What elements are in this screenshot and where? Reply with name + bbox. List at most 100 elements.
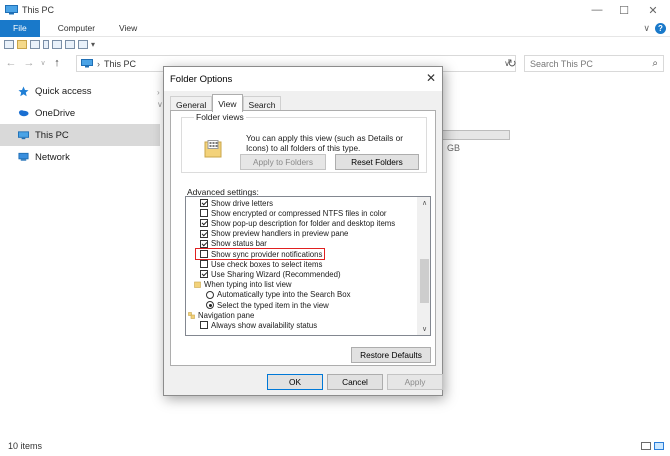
folder-views-description: You can apply this view (such as Details… — [246, 133, 403, 153]
search-icon: ⌕ — [652, 58, 658, 69]
rename-icon[interactable] — [30, 40, 40, 49]
list-item[interactable]: Select the typed item in the view — [206, 300, 430, 310]
checkbox[interactable] — [200, 260, 208, 269]
computer-icon — [18, 130, 29, 141]
network-icon — [18, 152, 29, 163]
items-count: 10 items — [8, 441, 43, 451]
details-icon[interactable] — [78, 40, 88, 49]
radio-button[interactable] — [206, 301, 214, 310]
ribbon-tab-computer[interactable]: Computer — [40, 20, 107, 37]
checkbox[interactable] — [200, 209, 208, 218]
folder-views-icon — [204, 140, 222, 158]
view-tab-panel: Folder views You can apply this view (su… — [170, 110, 436, 366]
list-item-group: Navigation pane — [188, 310, 418, 320]
dialog-close-button[interactable]: ✕ — [426, 71, 436, 85]
collapse-chevrons[interactable]: › ∨ — [157, 87, 163, 111]
list-item-label: Show pop-up description for folder and d… — [211, 218, 396, 228]
ribbon-tab-file[interactable]: File — [0, 19, 40, 37]
ribbon-tab-view[interactable]: View — [107, 20, 149, 37]
ribbon-tabs: File Computer View — [0, 19, 670, 37]
checkbox[interactable] — [200, 321, 208, 330]
close-button[interactable]: ✕ — [636, 0, 670, 20]
view-toggle — [641, 442, 664, 450]
list-item-group: When typing into list view — [194, 280, 424, 290]
list-item[interactable]: Show preview handlers in preview pane — [200, 229, 430, 239]
customize-toolbar-icon[interactable]: ▾ — [91, 40, 95, 49]
folder-icon — [194, 281, 201, 288]
scroll-up-button[interactable]: ∧ — [418, 197, 430, 209]
list-item[interactable]: Show encrypted or compressed NTFS files … — [200, 208, 430, 218]
list-item[interactable]: Show pop-up description for folder and d… — [200, 218, 430, 228]
list-item-label: Show drive letters — [211, 198, 273, 208]
drive-size-text: GB — [447, 143, 461, 153]
up-button[interactable]: ↑ — [50, 57, 64, 69]
scroll-thumb[interactable] — [420, 259, 429, 303]
breadcrumb-this-pc[interactable]: This PC — [104, 59, 136, 69]
apply-button[interactable]: Apply — [387, 374, 443, 390]
computer-icon — [5, 5, 18, 15]
details-view-icon[interactable] — [641, 442, 651, 450]
scroll-down-button[interactable]: ∨ — [418, 323, 430, 335]
expand-ribbon-button[interactable]: ∨ — [643, 23, 650, 34]
properties-icon[interactable] — [4, 40, 14, 49]
checkbox[interactable] — [200, 270, 208, 279]
sidebar-item-label: OneDrive — [35, 107, 76, 119]
sidebar-item-label: Quick access — [35, 85, 92, 97]
forward-button[interactable]: → — [22, 57, 36, 69]
layout-icon[interactable] — [65, 40, 75, 49]
advanced-settings-list[interactable]: Show drive letters Show encrypted or com… — [185, 196, 431, 336]
reset-folders-button[interactable]: Reset Folders — [335, 154, 419, 170]
back-button[interactable]: ← — [4, 57, 18, 69]
radio-button[interactable] — [206, 290, 214, 299]
sidebar-item-quick-access[interactable]: Quick access — [0, 80, 160, 102]
delete-icon[interactable] — [43, 40, 49, 49]
vertical-scrollbar[interactable]: ∧ ∨ — [417, 197, 430, 335]
dialog-footer: OK Cancel Apply — [164, 369, 443, 395]
refresh-button[interactable]: ↻ — [504, 55, 520, 72]
list-item-label: Use Sharing Wizard (Recommended) — [211, 269, 341, 279]
list-item-label: Select the typed item in the view — [217, 300, 329, 310]
ribbon-right-controls: ∨ ? — [643, 20, 666, 37]
dialog-title: Folder Options — [170, 73, 233, 85]
search-placeholder: Search This PC — [530, 58, 593, 69]
status-bar: 10 items — [0, 436, 670, 456]
sidebar-item-network[interactable]: Network — [0, 146, 160, 168]
list-item-label: Use check boxes to select items — [211, 259, 323, 269]
checkbox[interactable] — [200, 229, 208, 238]
sidebar-item-this-pc[interactable]: This PC — [0, 124, 160, 146]
list-item[interactable]: Automatically type into the Search Box — [206, 290, 430, 300]
folder-views-group: Folder views You can apply this view (su… — [181, 112, 427, 173]
tab-view[interactable]: View — [212, 94, 243, 112]
view-options-icon[interactable] — [52, 40, 62, 49]
restore-defaults-button[interactable]: Restore Defaults — [351, 347, 431, 363]
large-icons-view-icon[interactable] — [654, 442, 664, 450]
search-input[interactable]: Search This PC ⌕ — [524, 55, 664, 72]
list-item[interactable]: Show drive letters — [200, 198, 430, 208]
list-item[interactable]: Use check boxes to select items — [200, 259, 430, 269]
dialog-title-bar: Folder Options ✕ — [164, 67, 442, 91]
cancel-button[interactable]: Cancel — [327, 374, 383, 390]
navigation-pane-icon — [188, 311, 195, 319]
checkbox[interactable] — [200, 219, 208, 228]
new-folder-icon[interactable] — [17, 40, 27, 49]
list-item-label: Navigation pane — [198, 310, 255, 320]
ok-button[interactable]: OK — [267, 374, 323, 390]
checkbox[interactable] — [200, 199, 208, 208]
navigation-pane: Quick access OneDrive This PC Network — [0, 80, 160, 168]
sidebar-item-onedrive[interactable]: OneDrive — [0, 102, 160, 124]
dialog-tabs: General View Search — [170, 94, 282, 112]
list-item-label: Automatically type into the Search Box — [217, 290, 351, 300]
window-title: This PC — [22, 5, 55, 15]
help-icon[interactable]: ? — [655, 23, 666, 34]
sidebar-item-label: Network — [35, 151, 70, 163]
computer-icon — [81, 59, 93, 68]
apply-to-folders-button[interactable]: Apply to Folders — [240, 154, 326, 170]
list-item[interactable]: Always show availability status — [200, 320, 430, 330]
quick-access-toolbar: ▾ — [0, 37, 670, 52]
folder-options-dialog: Folder Options ✕ General View Search Fol… — [163, 66, 443, 396]
recent-locations-button[interactable]: ∨ — [36, 59, 50, 67]
list-item-label: Show encrypted or compressed NTFS files … — [211, 208, 387, 218]
list-item[interactable]: Use Sharing Wizard (Recommended) — [200, 269, 430, 279]
highlight-box — [195, 247, 325, 260]
title-bar: This PC — [0, 0, 670, 20]
